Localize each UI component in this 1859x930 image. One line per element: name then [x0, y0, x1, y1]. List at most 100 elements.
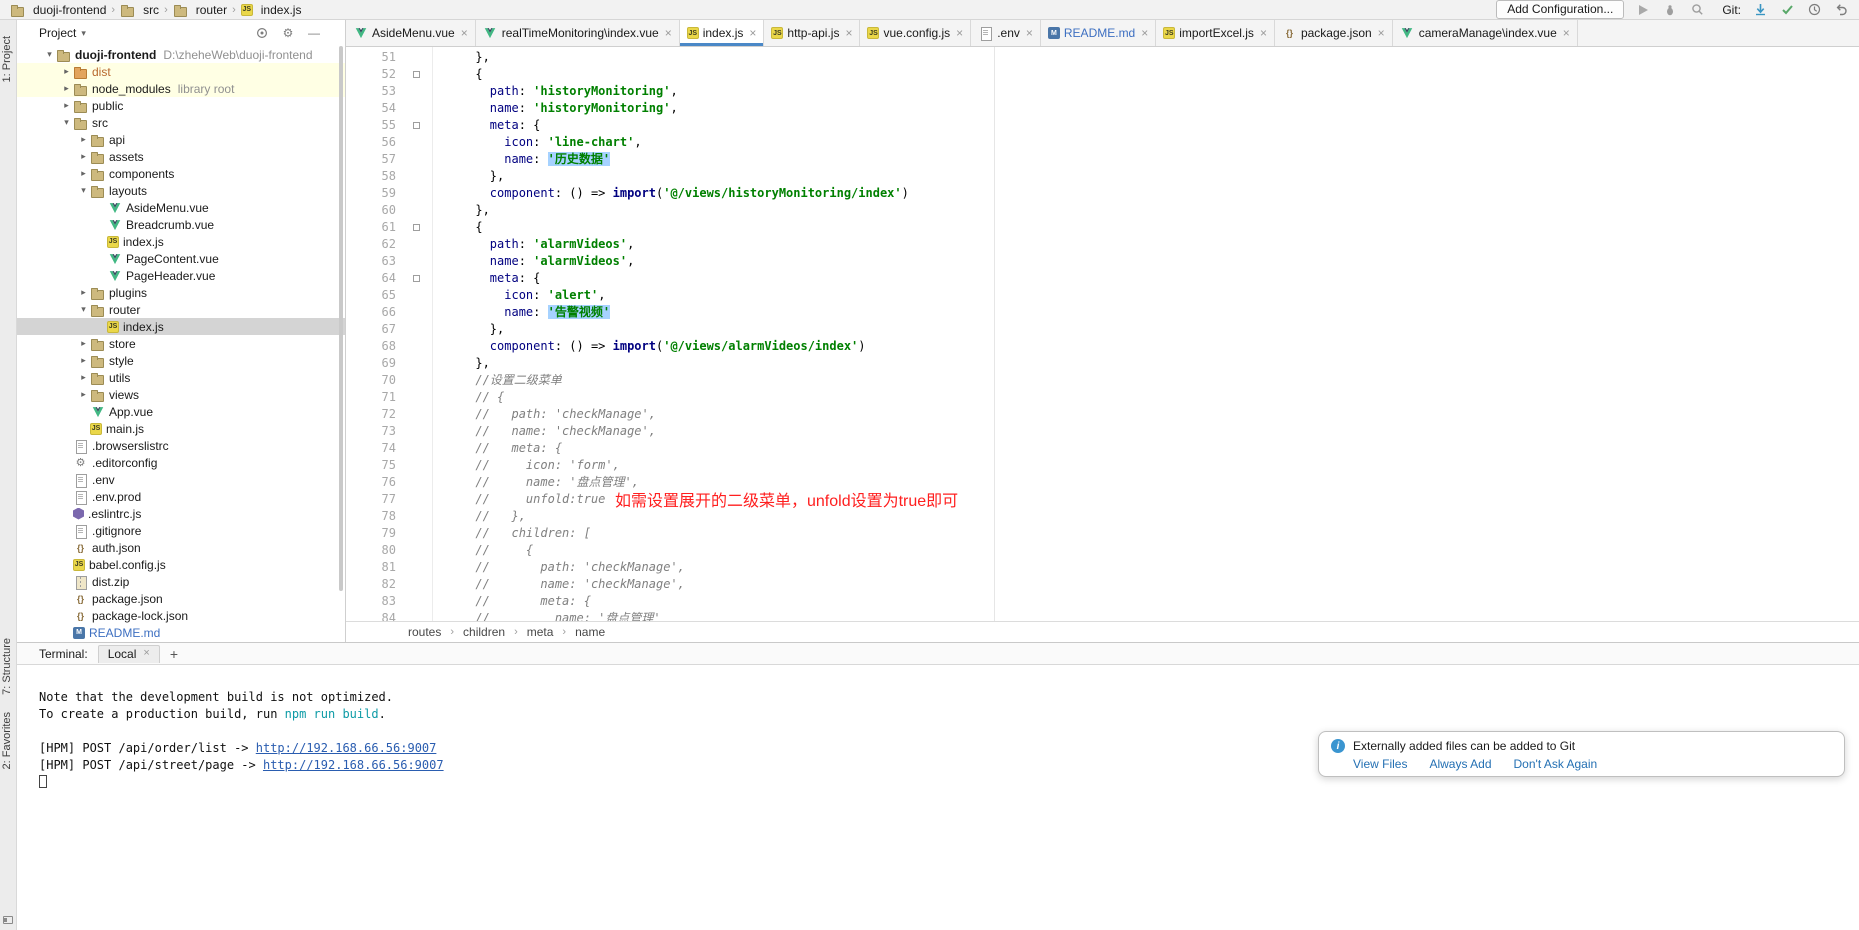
tree-item-readme-md[interactable]: MREADME.md	[17, 624, 345, 641]
undo-icon[interactable]	[1833, 2, 1849, 18]
tool-window-button-favorites[interactable]: 2: Favorites	[1, 712, 13, 769]
new-terminal-tab-button[interactable]: +	[170, 647, 178, 661]
tree-item-style[interactable]: ▸style	[17, 352, 345, 369]
tree-item-breadcrumb-vue[interactable]: Breadcrumb.vue	[17, 216, 345, 233]
tree-item-utils[interactable]: ▸utils	[17, 369, 345, 386]
tree-item-main-js[interactable]: JSmain.js	[17, 420, 345, 437]
breadcrumb-item-router[interactable]: router	[173, 3, 227, 17]
chevron-closed-icon[interactable]: ▸	[77, 338, 90, 349]
editor-tab-env[interactable]: .env×	[971, 20, 1041, 46]
git-update-icon[interactable]	[1752, 2, 1768, 18]
editor-breadcrumb-name[interactable]: name	[575, 625, 605, 639]
breadcrumb-item-index-js[interactable]: JSindex.js	[241, 3, 302, 17]
tree-item-editorconfig[interactable]: ⚙.editorconfig	[17, 454, 345, 471]
chevron-open-icon[interactable]: ▾	[60, 117, 73, 128]
search-everywhere-icon[interactable]	[1689, 2, 1705, 18]
editor-tab-realtimemonitoring-index-vue[interactable]: realTimeMonitoring\index.vue×	[476, 20, 680, 46]
settings-gear-icon[interactable]: ⚙	[281, 26, 295, 40]
chevron-open-icon[interactable]: ▾	[43, 49, 56, 60]
fold-icon[interactable]	[413, 224, 420, 231]
terminal-tab-local[interactable]: Local ×	[98, 645, 160, 663]
tree-item-components[interactable]: ▸components	[17, 165, 345, 182]
editor-tab-http-api-js[interactable]: JShttp-api.js×	[764, 20, 860, 46]
close-icon[interactable]: ×	[749, 27, 756, 39]
run-icon[interactable]	[1635, 2, 1651, 18]
tree-item-layouts[interactable]: ▾layouts	[17, 182, 345, 199]
editor-breadcrumb-children[interactable]: children	[463, 625, 505, 639]
tree-item-browserslistrc[interactable]: .browserslistrc	[17, 437, 345, 454]
tree-item-plugins[interactable]: ▸plugins	[17, 284, 345, 301]
tree-item-public[interactable]: ▸public	[17, 97, 345, 114]
tree-item-babel-config-js[interactable]: JSbabel.config.js	[17, 556, 345, 573]
chevron-closed-icon[interactable]: ▸	[60, 100, 73, 111]
tree-item-src[interactable]: ▾src	[17, 114, 345, 131]
tool-window-button-project[interactable]: 1: Project	[1, 36, 13, 82]
tree-item-node-modules[interactable]: ▸node_moduleslibrary root	[17, 80, 345, 97]
project-view-selector[interactable]: Project	[39, 26, 76, 40]
locate-file-icon[interactable]	[255, 26, 269, 40]
close-icon[interactable]: ×	[845, 27, 852, 39]
chevron-closed-icon[interactable]: ▸	[77, 287, 90, 298]
chevron-closed-icon[interactable]: ▸	[77, 151, 90, 162]
tree-item-views[interactable]: ▸views	[17, 386, 345, 403]
tool-window-button-structure[interactable]: 7: Structure	[1, 638, 13, 695]
always-add-link[interactable]: Always Add	[1429, 757, 1491, 771]
tree-item-asidemenu-vue[interactable]: AsideMenu.vue	[17, 199, 345, 216]
add-configuration-button[interactable]: Add Configuration...	[1496, 0, 1624, 19]
tree-item-pageheader-vue[interactable]: PageHeader.vue	[17, 267, 345, 284]
close-icon[interactable]: ×	[956, 27, 963, 39]
tree-item-duoji-frontend[interactable]: ▾duoji-frontendD:\zheheWeb\duoji-fronten…	[17, 46, 345, 63]
editor-tab-readme-md[interactable]: MREADME.md×	[1041, 20, 1156, 46]
close-icon[interactable]: ×	[143, 648, 149, 659]
fold-icon[interactable]	[413, 122, 420, 129]
tree-item-package-json[interactable]: {}package.json	[17, 590, 345, 607]
editor-tab-importexcel-js[interactable]: JSimportExcel.js×	[1156, 20, 1275, 46]
debug-icon[interactable]	[1662, 2, 1678, 18]
project-scrollbar[interactable]	[339, 46, 343, 591]
tree-item-index-js[interactable]: JSindex.js	[17, 233, 345, 250]
close-icon[interactable]: ×	[1260, 27, 1267, 39]
chevron-open-icon[interactable]: ▾	[77, 304, 90, 315]
tree-item-api[interactable]: ▸api	[17, 131, 345, 148]
terminal-cursor[interactable]	[39, 775, 47, 788]
tree-item-eslintrc-js[interactable]: .eslintrc.js	[17, 505, 345, 522]
chevron-closed-icon[interactable]: ▸	[77, 134, 90, 145]
chevron-closed-icon[interactable]: ▸	[60, 66, 73, 77]
fold-icon[interactable]	[413, 275, 420, 282]
close-icon[interactable]: ×	[665, 27, 672, 39]
editor-tab-asidemenu-vue[interactable]: AsideMenu.vue×	[346, 20, 476, 46]
editor-tab-vue-config-js[interactable]: JSvue.config.js×	[860, 20, 971, 46]
tree-item-package-lock-json[interactable]: {}package-lock.json	[17, 607, 345, 624]
tree-item-pagecontent-vue[interactable]: PageContent.vue	[17, 250, 345, 267]
fold-icon[interactable]	[413, 71, 420, 78]
breadcrumb-item-duoji-frontend[interactable]: duoji-frontend	[10, 3, 106, 17]
editor-tab-cameramanage-index-vue[interactable]: cameraManage\index.vue×	[1393, 20, 1578, 46]
breadcrumb-item-src[interactable]: src	[120, 3, 159, 17]
chevron-closed-icon[interactable]: ▸	[77, 168, 90, 179]
history-icon[interactable]	[1806, 2, 1822, 18]
editor-tab-package-json[interactable]: {}package.json×	[1275, 20, 1393, 46]
close-icon[interactable]: ×	[1378, 27, 1385, 39]
chevron-closed-icon[interactable]: ▸	[60, 83, 73, 94]
tree-item-dist-zip[interactable]: dist.zip	[17, 573, 345, 590]
tree-item-assets[interactable]: ▸assets	[17, 148, 345, 165]
chevron-closed-icon[interactable]: ▸	[77, 389, 90, 400]
editor-breadcrumb-routes[interactable]: routes	[408, 625, 441, 639]
tree-item-gitignore[interactable]: .gitignore	[17, 522, 345, 539]
close-icon[interactable]: ×	[1563, 27, 1570, 39]
tool-window-switcher-icon[interactable]	[3, 916, 13, 924]
code-editor[interactable]: 51 },52 {53 path: 'historyMonitoring',54…	[346, 47, 1859, 621]
hide-panel-icon[interactable]: —	[307, 26, 321, 40]
close-icon[interactable]: ×	[461, 27, 468, 39]
git-commit-icon[interactable]	[1779, 2, 1795, 18]
tree-item-auth-json[interactable]: {}auth.json	[17, 539, 345, 556]
tree-item-app-vue[interactable]: App.vue	[17, 403, 345, 420]
editor-breadcrumb-meta[interactable]: meta	[527, 625, 554, 639]
view-files-link[interactable]: View Files	[1353, 757, 1407, 771]
tree-item-store[interactable]: ▸store	[17, 335, 345, 352]
chevron-open-icon[interactable]: ▾	[77, 185, 90, 196]
tree-item-env-prod[interactable]: .env.prod	[17, 488, 345, 505]
tree-item-router[interactable]: ▾router	[17, 301, 345, 318]
tree-item-dist[interactable]: ▸dist	[17, 63, 345, 80]
tree-item-index-js[interactable]: JSindex.js	[17, 318, 345, 335]
